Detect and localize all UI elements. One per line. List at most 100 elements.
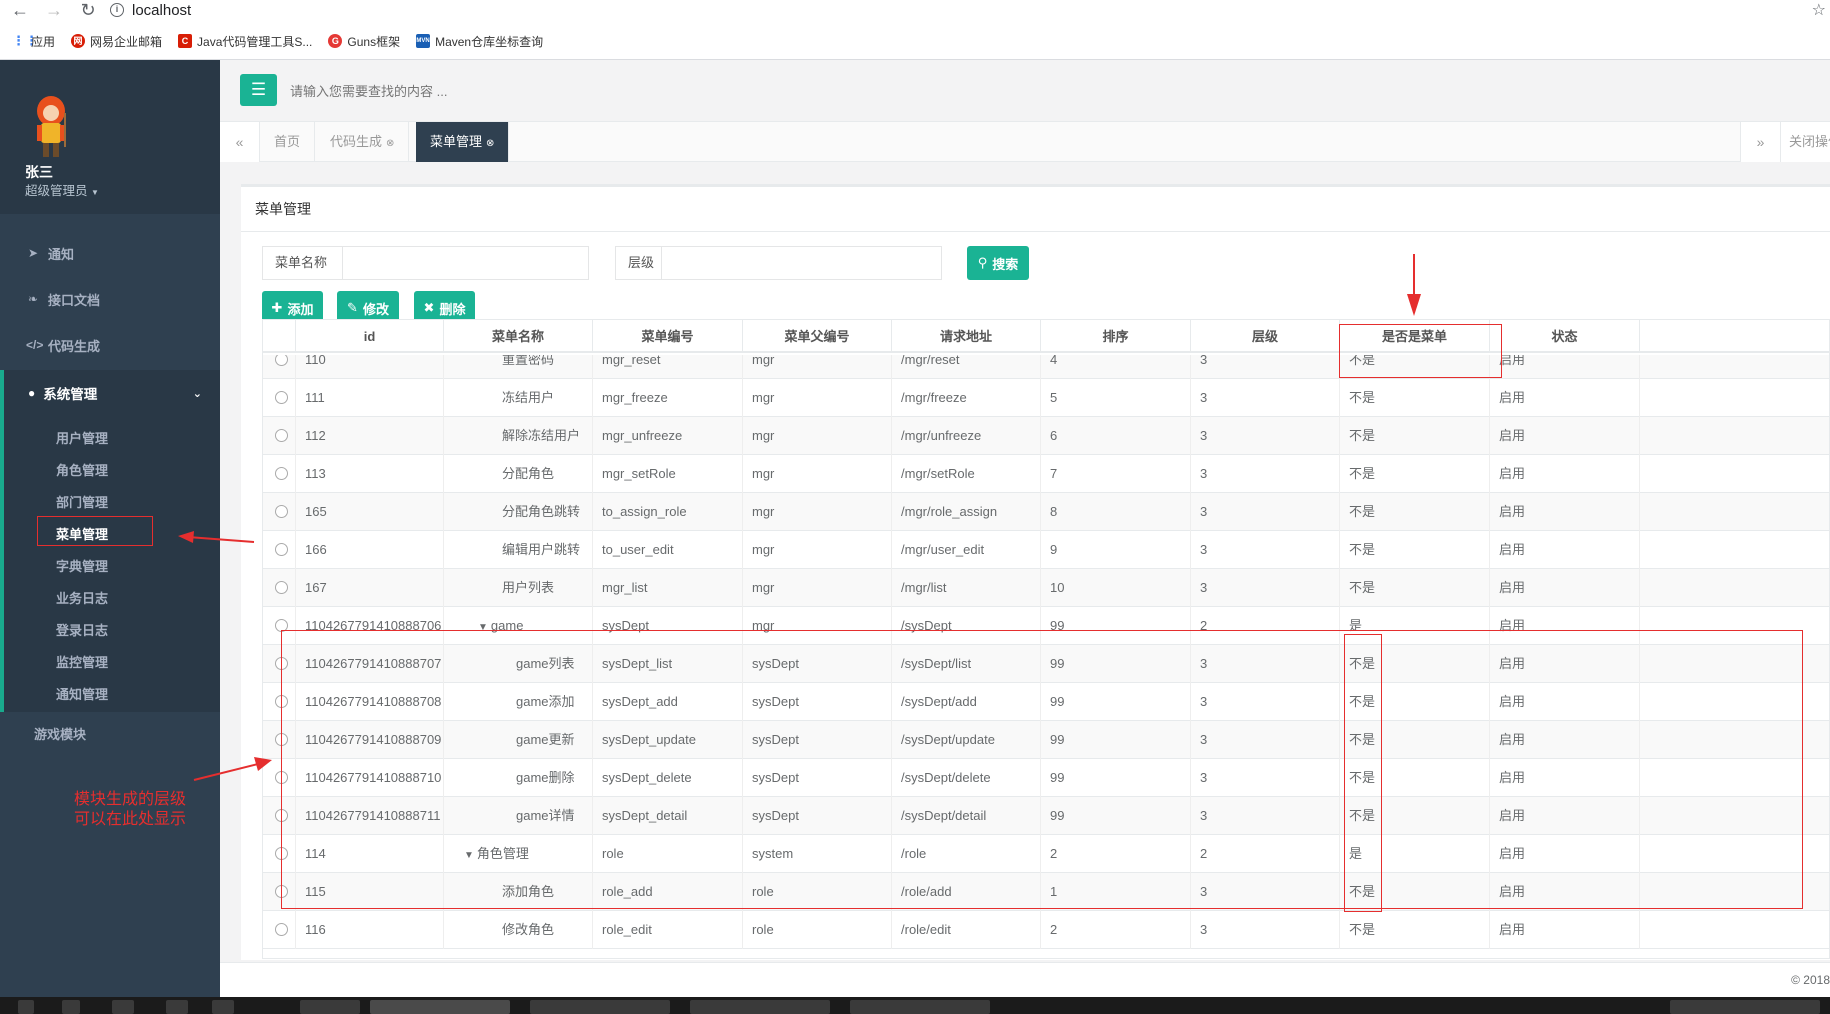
bookmark-apps[interactable]: ⋮⋮ 应用 bbox=[12, 33, 55, 50]
tab-home[interactable]: 首页 bbox=[260, 122, 316, 162]
row-radio[interactable] bbox=[275, 657, 288, 670]
tab-close-ops-dropdown[interactable]: 关闭操作 bbox=[1780, 122, 1830, 162]
th-num[interactable]: 排序 bbox=[1041, 320, 1191, 353]
table-row[interactable]: 113 分配角色 mgr_setRole mgr/mgr/setRole 7 3 不是 启用 bbox=[263, 455, 1829, 493]
table-row[interactable]: 1104267791410888706 ▼ game sysDept mgr/sysDe… bbox=[263, 607, 1829, 645]
taskbar-app-icon[interactable] bbox=[690, 1000, 830, 1014]
menu-name-input[interactable] bbox=[343, 247, 588, 279]
tab-menu-mgmt[interactable]: 菜单管理 ⊗ bbox=[416, 122, 510, 162]
taskbar-app-icon[interactable] bbox=[212, 1000, 234, 1014]
bookmark-netease-mail[interactable]: 网 网易企业邮箱 bbox=[71, 33, 162, 50]
close-icon[interactable]: ⊗ bbox=[486, 138, 494, 149]
back-arrow-icon[interactable]: ← bbox=[10, 1, 30, 19]
system-tray[interactable] bbox=[1670, 1000, 1820, 1014]
sidebar-item-game-module[interactable]: 游戏模块 bbox=[34, 724, 86, 743]
expand-chevron-icon[interactable]: ▼ bbox=[478, 622, 488, 633]
row-radio[interactable] bbox=[275, 847, 288, 860]
bookmark-star-icon[interactable]: ☆ bbox=[1812, 0, 1826, 20]
user-role-dropdown[interactable]: 超级管理员 ▼ bbox=[25, 180, 99, 199]
sidebar-subitem-notice-mgmt[interactable]: 通知管理 bbox=[56, 678, 108, 708]
expand-chevron-icon[interactable]: ▼ bbox=[464, 850, 474, 861]
row-radio[interactable] bbox=[275, 505, 288, 518]
row-radio[interactable] bbox=[275, 581, 288, 594]
sidebar-item-code-gen[interactable]: </> 代码生成 bbox=[0, 322, 220, 368]
table-row[interactable]: 110 重置密码 mgr_reset mgr/mgr/reset 4 3 不是 启用 bbox=[263, 355, 1829, 379]
row-radio[interactable] bbox=[275, 809, 288, 822]
bookmark-java-tool[interactable]: C Java代码管理工具S... bbox=[178, 33, 312, 50]
level-input[interactable] bbox=[662, 247, 941, 279]
task-view-icon[interactable] bbox=[62, 1000, 80, 1014]
th-pcode[interactable]: 菜单父编号 bbox=[743, 320, 892, 353]
java-tool-icon: C bbox=[178, 34, 193, 48]
row-radio[interactable] bbox=[275, 885, 288, 898]
annotation-line: 模块生成的层级 bbox=[73, 791, 186, 808]
table-row[interactable]: 167 用户列表 mgr_list mgr/mgr/list 10 3 不是 启用 bbox=[263, 569, 1829, 607]
url-text[interactable]: localhost bbox=[132, 2, 191, 19]
forward-arrow-icon[interactable]: → bbox=[44, 1, 64, 19]
start-icon[interactable] bbox=[18, 1000, 34, 1014]
bookmark-maven[interactable]: MVN Maven仓库坐标查询 bbox=[416, 33, 543, 50]
taskbar-app-icon[interactable] bbox=[370, 1000, 510, 1014]
table-row[interactable]: 1104267791410888709 game更新 sysDept_update s… bbox=[263, 721, 1829, 759]
address-bar[interactable]: i localhost bbox=[110, 0, 191, 20]
sidebar-subitem-role[interactable]: 角色管理 bbox=[56, 454, 108, 484]
table-row[interactable]: 115 添加角色 role_add role/role/add 1 3 不是 启用 bbox=[263, 873, 1829, 911]
taskbar-app-icon[interactable] bbox=[530, 1000, 670, 1014]
button-label: 删除 bbox=[439, 301, 466, 317]
row-radio[interactable] bbox=[275, 355, 288, 366]
row-radio[interactable] bbox=[275, 543, 288, 556]
sidebar-subitem-login-log[interactable]: 登录日志 bbox=[56, 614, 108, 644]
sidebar-item-api-docs[interactable]: ❧ 接口文档 bbox=[0, 276, 220, 322]
sidebar-subitem-menu[interactable]: 菜单管理 bbox=[56, 518, 108, 548]
table-row[interactable]: 1104267791410888710 game删除 sysDept_delete s… bbox=[263, 759, 1829, 797]
taskbar-app-icon[interactable] bbox=[300, 1000, 360, 1014]
table-row[interactable]: 114 ▼ 角色管理 role system/role 2 2 是启用 bbox=[263, 835, 1829, 873]
th-url[interactable]: 请求地址 bbox=[892, 320, 1041, 353]
th-levels[interactable]: 层级 bbox=[1191, 320, 1340, 353]
row-radio[interactable] bbox=[275, 733, 288, 746]
table-row[interactable]: 165 分配角色跳转 to_assign_role mgr/mgr/role_assi… bbox=[263, 493, 1829, 531]
sidebar-item-notice[interactable]: ➤ 通知 bbox=[0, 230, 220, 276]
sidebar-subitem-biz-log[interactable]: 业务日志 bbox=[56, 582, 108, 612]
sidebar-subitem-monitor[interactable]: 监控管理 bbox=[56, 646, 108, 676]
sidebar-subitem-user[interactable]: 用户管理 bbox=[56, 422, 108, 452]
taskbar-app-icon[interactable] bbox=[112, 1000, 134, 1014]
row-radio[interactable] bbox=[275, 467, 288, 480]
tab-code-gen[interactable]: 代码生成 ⊗ bbox=[316, 122, 410, 162]
sidebar-item-system[interactable]: ● 系统管理 ⌄ bbox=[4, 370, 220, 416]
global-search-input[interactable] bbox=[290, 78, 690, 104]
close-icon[interactable]: ⊗ bbox=[386, 138, 394, 149]
table-row[interactable]: 166 编辑用户跳转 to_user_edit mgr/mgr/user_edit 9 3… bbox=[263, 531, 1829, 569]
cell-status: 启用 bbox=[1490, 569, 1640, 607]
row-radio[interactable] bbox=[275, 771, 288, 784]
table-row[interactable]: 1104267791410888707 game列表 sysDept_list sys… bbox=[263, 645, 1829, 683]
taskbar-app-icon[interactable] bbox=[850, 1000, 990, 1014]
table-row[interactable]: 112 解除冻结用户 mgr_unfreeze mgr/mgr/unfreeze 6 3 不… bbox=[263, 417, 1829, 455]
table-row[interactable]: 111 冻结用户 mgr_freeze mgr/mgr/freeze 5 3 不是 启用 bbox=[263, 379, 1829, 417]
sidebar-subitem-dept[interactable]: 部门管理 bbox=[56, 486, 108, 516]
row-radio[interactable] bbox=[275, 923, 288, 936]
reload-icon[interactable]: ↻ bbox=[78, 1, 98, 19]
tabs-scroll-right-button[interactable]: » bbox=[1740, 122, 1780, 162]
th-code[interactable]: 菜单编号 bbox=[593, 320, 743, 353]
th-ismenu[interactable]: 是否是菜单 bbox=[1340, 320, 1490, 353]
table-row[interactable]: 1104267791410888708 game添加 sysDept_add sysD… bbox=[263, 683, 1829, 721]
taskbar-app-icon[interactable] bbox=[166, 1000, 188, 1014]
search-button[interactable]: ⚲ 搜索 bbox=[967, 246, 1029, 280]
sidebar-subitem-dict[interactable]: 字典管理 bbox=[56, 550, 108, 580]
table-row[interactable]: 116 修改角色 role_edit role/role/edit 2 3 不是 启用 bbox=[263, 911, 1829, 949]
table-row[interactable]: 1104267791410888711 game详情 sysDept_detail s… bbox=[263, 797, 1829, 835]
row-radio[interactable] bbox=[275, 619, 288, 632]
info-icon[interactable]: i bbox=[110, 3, 124, 17]
cell-status: 启用 bbox=[1490, 683, 1640, 721]
th-status[interactable]: 状态 bbox=[1490, 320, 1640, 353]
row-radio[interactable] bbox=[275, 391, 288, 404]
th-name[interactable]: 菜单名称 bbox=[444, 320, 593, 353]
row-radio[interactable] bbox=[275, 695, 288, 708]
th-id[interactable]: id bbox=[296, 320, 444, 353]
avatar[interactable] bbox=[26, 93, 76, 161]
tabs-scroll-left-button[interactable]: « bbox=[220, 122, 260, 162]
row-radio[interactable] bbox=[275, 429, 288, 442]
bookmark-guns[interactable]: G Guns框架 bbox=[328, 33, 400, 50]
menu-toggle-button[interactable]: ☰ bbox=[240, 74, 277, 106]
